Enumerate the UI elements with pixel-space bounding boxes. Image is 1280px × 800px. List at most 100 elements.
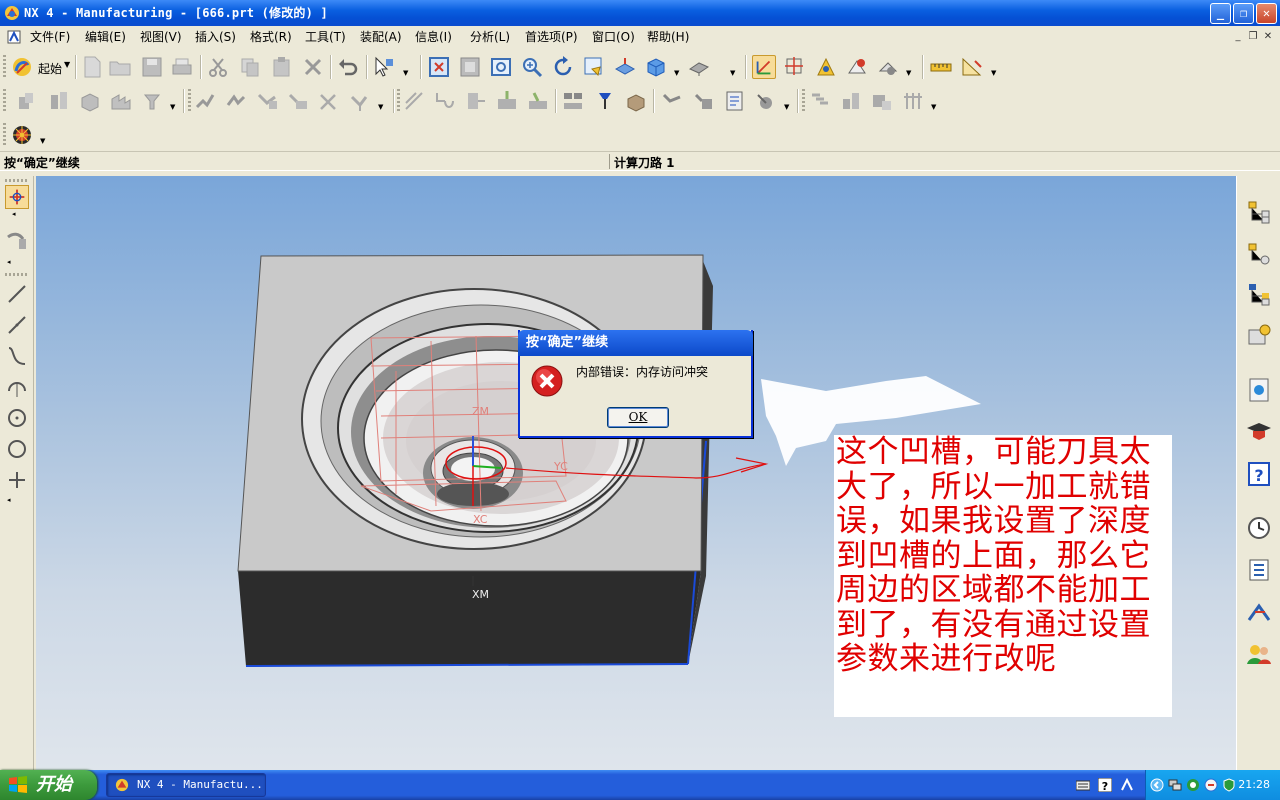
ime-icon[interactable] [1120,778,1134,792]
security-icon[interactable] [1186,778,1200,792]
create-tool-icon[interactable] [47,89,71,113]
mdi-close-button[interactable]: ✕ [1262,31,1274,43]
ok-button[interactable]: OK [607,407,669,428]
menu-format[interactable]: 格式(R) [250,29,292,45]
shop-doc-report-icon[interactable] [723,89,747,113]
antivirus-icon[interactable] [1204,778,1218,792]
users-icon[interactable] [1245,640,1273,668]
line-icon[interactable] [5,282,29,306]
replay-toolpath-icon[interactable] [224,89,248,113]
feature-list-icon[interactable] [808,89,832,113]
snap-point-icon[interactable] [5,185,29,209]
menu-help[interactable]: 帮助(H) [647,29,689,45]
wcs-display-icon[interactable] [752,55,776,79]
shaded-view-icon[interactable] [644,55,668,79]
selection-filter-icon[interactable] [372,55,396,79]
circle-center-icon[interactable] [5,406,29,430]
menu-preferences[interactable]: 首选项(P) [525,29,578,45]
clock-icon[interactable] [1245,514,1273,542]
operation-navigator-icon[interactable] [1245,198,1273,226]
mdi-restore-button[interactable]: ❐ [1247,31,1259,43]
keyboard-icon[interactable] [1076,778,1090,792]
chevron-down-icon[interactable]: ▼ [906,69,912,77]
toolbar-grip[interactable] [397,89,400,113]
cls-icon[interactable] [433,89,457,113]
tool-library-icon[interactable] [526,89,550,113]
chevron-down-icon[interactable]: ▼ [40,137,46,145]
arc-curve-icon[interactable] [5,344,29,368]
chevron-down-icon[interactable]: ▼ [403,69,409,77]
menu-analysis[interactable]: 分析(L) [470,29,510,45]
print-icon[interactable] [170,55,194,79]
perspective-icon[interactable] [613,55,637,79]
menu-insert[interactable]: 插入(S) [195,29,236,45]
chevron-down-icon[interactable]: ▼ [784,103,790,111]
line-points-icon[interactable] [5,313,29,337]
chevron-down-icon[interactable]: ◂ [7,496,11,504]
wcs-orient-icon[interactable] [783,55,807,79]
system-menu-icon[interactable] [6,29,22,45]
chevron-down-icon[interactable]: ▼ [378,103,384,111]
verify-toolpath-icon[interactable] [286,89,310,113]
help-icon[interactable]: ? [1098,778,1112,792]
delete-icon[interactable] [301,55,325,79]
new-file-icon[interactable] [80,55,104,79]
menu-information[interactable]: 信息(I) [415,29,452,45]
machine-simulation-icon[interactable] [317,89,341,113]
feeds-speeds-icon[interactable] [495,89,519,113]
measure-angle-icon[interactable] [960,55,984,79]
toolbar-grip[interactable] [802,89,805,113]
rotate-icon[interactable] [551,55,575,79]
process-studio-icon[interactable] [1245,556,1273,584]
roles-icon[interactable] [1245,598,1273,626]
machine-navigator-icon[interactable] [1245,240,1273,268]
chevron-down-icon[interactable]: ▼ [170,103,176,111]
arc-icon[interactable] [5,375,29,399]
reuse-library-icon[interactable] [1245,322,1273,350]
part-navigator-icon[interactable] [1245,280,1273,308]
chevron-down-icon[interactable]: ▼ [64,60,70,69]
mdi-minimize-button[interactable]: _ [1232,31,1244,43]
render-style-icon[interactable] [687,55,711,79]
measure-distance-icon[interactable] [929,55,953,79]
chevron-down-icon[interactable]: ◂ [12,210,16,218]
restore-button[interactable]: ❐ [1233,3,1254,24]
network-icon[interactable] [1168,778,1182,792]
fit-view-icon[interactable] [427,55,451,79]
chevron-down-icon[interactable]: ▼ [730,69,736,77]
create-operation-icon[interactable] [140,89,164,113]
toolbar-grip[interactable] [3,123,6,147]
object-icon[interactable] [692,89,716,113]
chevron-down-icon[interactable]: ◂ [7,258,11,266]
taskbar-window-button[interactable]: NX 4 - Manufactu... [106,773,266,797]
menu-view[interactable]: 视图(V) [140,29,182,45]
create-program-icon[interactable] [15,89,39,113]
toolbar-grip[interactable] [3,89,6,113]
zoom-window-icon[interactable] [458,55,482,79]
start-icon[interactable] [10,55,34,79]
cut-icon[interactable] [206,55,230,79]
shop-docs-icon[interactable] [402,89,426,113]
zoom-icon[interactable] [520,55,544,79]
wcs-rotate-icon[interactable] [876,55,900,79]
minimize-button[interactable]: _ [1210,3,1231,24]
feature-process-icon[interactable] [839,89,863,113]
point-icon[interactable] [5,468,29,492]
paste-icon[interactable] [270,55,294,79]
start-button[interactable]: 开始 [0,770,97,800]
chevron-down-icon[interactable]: ▼ [991,69,997,77]
undo-icon[interactable] [336,55,360,79]
chevron-left-icon[interactable] [1150,778,1164,792]
shield-icon[interactable] [1222,778,1236,792]
pan-icon[interactable] [582,55,606,79]
geometry-view-icon[interactable] [624,89,648,113]
menu-tools[interactable]: 工具(T) [305,29,346,45]
wcs-origin-icon[interactable] [814,55,838,79]
toolbar-grip[interactable] [5,179,29,182]
create-method-icon[interactable] [109,89,133,113]
menu-assemblies[interactable]: 装配(A) [360,29,402,45]
save-icon[interactable] [140,55,164,79]
wcs-dynamic-icon[interactable] [845,55,869,79]
circle-icon[interactable] [5,437,29,461]
start-menu-label[interactable]: 起始 [38,60,62,77]
